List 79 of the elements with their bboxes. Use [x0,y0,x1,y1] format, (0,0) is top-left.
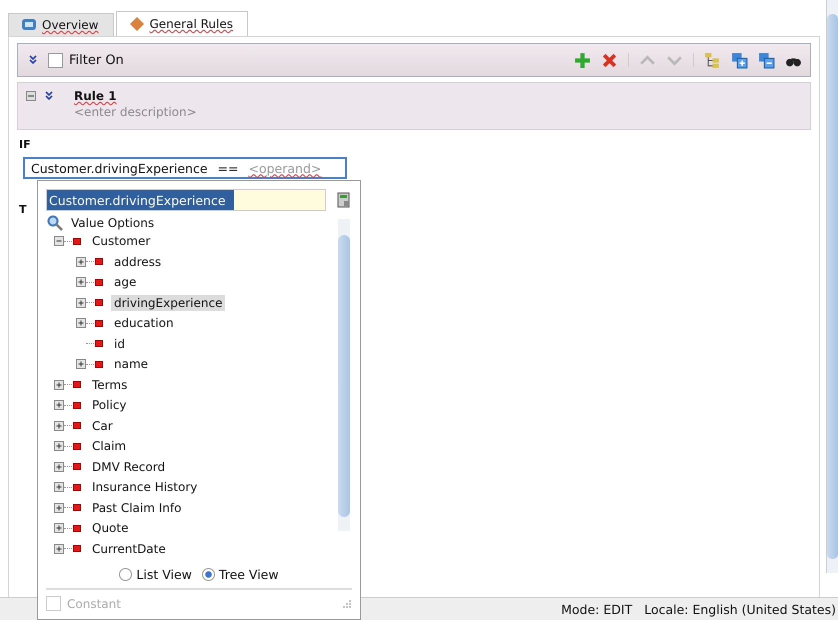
then-label: T [19,203,27,216]
expand-icon[interactable] [76,256,86,267]
rule-description: <enter description> [74,105,197,119]
vertical-scrollbar[interactable] [826,0,838,573]
expand-icon[interactable] [76,359,86,370]
view-radio[interactable] [119,568,132,581]
constant-label: Constant [67,596,121,610]
condition-field[interactable]: Customer.drivingExperience == <operand> [23,157,347,179]
view-radio[interactable] [202,568,215,581]
field-icon [73,484,81,491]
field-icon [95,340,103,348]
tree-scrollbar[interactable] [338,219,350,531]
tree-item[interactable]: DMV Record [89,458,168,475]
tree-header: Value Options [71,216,154,230]
tree-item[interactable]: Car [89,418,116,434]
tree-item[interactable]: id [111,336,128,352]
field-icon [73,238,81,245]
double-chevron-icon[interactable] [44,91,54,101]
field-icon [73,381,81,388]
tree-item[interactable]: Claim [89,438,130,454]
tree-item[interactable]: Policy [89,397,130,414]
tree-item[interactable]: Customer [89,233,154,250]
mode-text: Mode: EDIT [561,602,632,616]
tree-icon[interactable] [704,52,721,68]
field-icon [95,299,103,306]
value-input[interactable]: Customer.drivingExperience [46,189,326,211]
expand-icon[interactable] [54,462,64,472]
if-label: IF [19,138,32,151]
field-icon [73,402,81,409]
tree-item[interactable]: name [111,356,152,372]
tree-item[interactable]: age [111,274,140,290]
collapse-icon[interactable] [54,236,64,246]
field-icon [73,422,81,430]
field-icon [95,258,103,266]
tree-item[interactable]: education [111,315,177,332]
double-chevron-icon[interactable] [28,55,38,65]
tab[interactable]: Overview [8,13,114,36]
tree-item[interactable]: Insurance History [89,479,200,496]
expression-builder-icon[interactable] [336,192,352,208]
tree-item[interactable]: Past Claim Info [89,500,184,516]
tree-item[interactable]: Terms [89,376,130,393]
resize-grip-icon[interactable] [342,598,352,608]
rule-name: Rule 1 [74,89,118,103]
field-icon [95,278,103,286]
field-icon [95,360,103,368]
collapse-icon[interactable] [26,91,36,101]
locale-text: Locale: English (United States) [644,602,836,616]
expand-icon[interactable] [76,298,86,308]
field-icon [73,524,81,532]
field-icon [73,504,81,512]
diamond-icon [128,16,144,32]
tree-item[interactable]: address [111,254,164,270]
delete-icon[interactable] [601,52,618,68]
filter-label: Filter On [69,52,124,68]
tab[interactable]: General Rules [116,11,248,36]
expand-icon[interactable] [54,523,64,534]
filter-checkbox[interactable] [48,52,63,68]
expand-icon[interactable] [76,318,86,328]
tree-item[interactable]: Quote [89,520,132,536]
field-icon [73,463,81,470]
collapse-all-icon[interactable] [758,52,775,68]
expand-icon[interactable] [54,441,64,452]
field-icon [73,442,81,450]
expand-all-icon[interactable] [731,52,748,68]
magnifier-icon [47,215,63,231]
expand-icon[interactable] [54,400,64,410]
expand-icon[interactable] [54,420,64,431]
tree-item[interactable]: drivingExperience [111,294,226,311]
expand-icon[interactable] [54,482,64,492]
monitor-icon [21,17,37,33]
expand-icon[interactable] [76,277,86,288]
view-label[interactable]: List View [136,567,192,582]
field-icon [73,545,81,552]
tree-item[interactable]: CurrentDate [89,540,169,557]
view-label[interactable]: Tree View [218,567,279,582]
expand-icon[interactable] [54,380,64,390]
field-icon [95,320,103,327]
expand-icon[interactable] [54,502,64,513]
expand-icon[interactable] [54,544,64,554]
